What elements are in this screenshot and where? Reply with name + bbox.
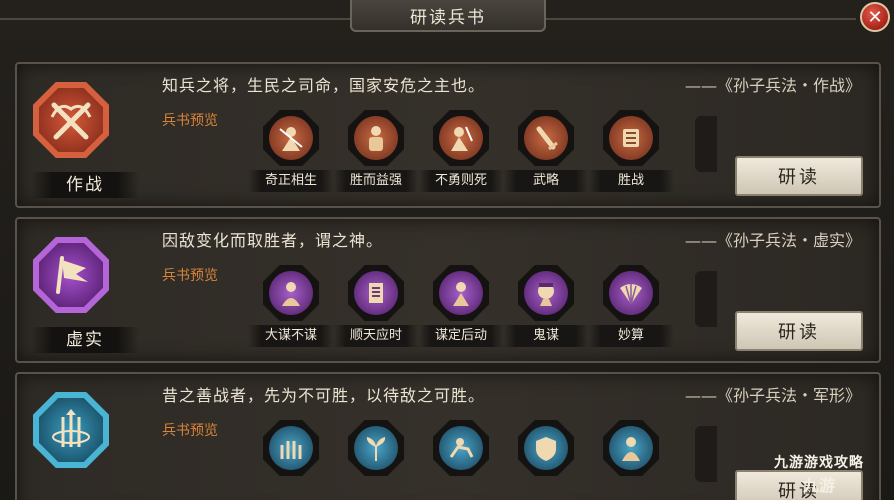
skill-name: 谋定后动: [418, 325, 504, 347]
title-divider-right: [546, 18, 856, 20]
cavalry-icon: [449, 438, 474, 458]
skill-item[interactable]: 武略: [503, 110, 589, 192]
skill-name: 胜战: [588, 170, 674, 192]
skill-name: 鬼谋: [503, 325, 589, 347]
more-skills-indicator: [695, 271, 717, 327]
shield-icon: [536, 437, 556, 461]
skill-item[interactable]: 鬼谋: [503, 265, 589, 347]
monk-icon: [622, 437, 640, 461]
warrior-icon: [279, 127, 303, 151]
scroll-icon: [369, 283, 383, 303]
book-quote: 知兵之将，生民之司命，国家安危之主也。: [162, 76, 486, 95]
skill-item[interactable]: [248, 420, 334, 476]
skill-item[interactable]: 胜战: [588, 110, 674, 192]
skill-name: 大谋不谋: [248, 325, 334, 347]
title-divider-left: [0, 18, 350, 20]
more-skills-indicator: [695, 116, 717, 172]
warrior-icon: [451, 126, 473, 151]
preview-label: 兵书预览: [162, 423, 218, 439]
skill-item[interactable]: 顺天应时: [333, 265, 419, 347]
dialog-title: 研读兵书: [350, 0, 546, 32]
skill-name: 不勇则死: [418, 170, 504, 192]
strategist-icon: [282, 282, 300, 306]
book-badge[interactable]: [33, 82, 109, 158]
army-icon: [280, 441, 302, 459]
skill-item[interactable]: 大谋不谋: [248, 265, 334, 347]
skill-item[interactable]: 胜而益强: [333, 110, 419, 192]
book-source: ——《孙子兵法・虚实》: [684, 231, 861, 250]
site-watermark: 九游游戏攻略 九游: [748, 452, 890, 496]
book-quote: 昔之善战者，先为不可胜，以待敌之可胜。: [162, 386, 486, 405]
skill-item[interactable]: 谋定后动: [418, 265, 504, 347]
skill-name: 奇正相生: [248, 170, 334, 192]
preview-label: 兵书预览: [162, 113, 218, 129]
general-icon: [369, 126, 383, 151]
banner-icon: [623, 129, 639, 147]
study-button[interactable]: 研读: [735, 156, 863, 196]
skill-item[interactable]: 奇正相生: [248, 110, 334, 192]
skill-name: 武略: [503, 170, 589, 192]
skill-name: 妙算: [588, 325, 674, 347]
skill-name: 胜而益强: [333, 170, 419, 192]
watermark-line2: 九游: [802, 476, 835, 495]
study-button[interactable]: 研读: [735, 311, 863, 351]
mask-icon: [538, 283, 554, 306]
skill-item[interactable]: [588, 420, 674, 476]
arrows-shield-icon: [52, 409, 90, 447]
book-source: ——《孙子兵法・作战》: [684, 76, 861, 95]
strategist-icon: [453, 282, 469, 306]
book-badge[interactable]: [33, 237, 109, 313]
skill-item[interactable]: 不勇则死: [418, 110, 504, 192]
fan-icon: [620, 284, 642, 305]
skill-item[interactable]: 妙算: [588, 265, 674, 347]
sword-icon: [536, 126, 558, 151]
book-badge-label: 虚实: [31, 327, 139, 353]
book-badge-label: 作战: [31, 172, 139, 198]
book-badge[interactable]: [33, 392, 109, 468]
skill-name: 顺天应时: [333, 325, 419, 347]
plant-icon: [366, 437, 386, 461]
close-button[interactable]: ✕: [860, 2, 890, 32]
book-quote: 因敌变化而取胜者，谓之神。: [162, 231, 384, 250]
book-panel-zuozhan: 作战 知兵之将，生民之司命，国家安危之主也。 ——《孙子兵法・作战》 兵书预览 …: [15, 62, 881, 208]
crossed-swords-icon: [50, 102, 92, 140]
preview-label: 兵书预览: [162, 268, 218, 284]
skill-item[interactable]: [333, 420, 419, 476]
book-panel-xushi: 虚实 因敌变化而取胜者，谓之神。 ——《孙子兵法・虚实》 兵书预览 大谋不谋 顺…: [15, 217, 881, 363]
skill-item[interactable]: [418, 420, 504, 476]
skill-item[interactable]: [503, 420, 589, 476]
book-source: ——《孙子兵法・军形》: [684, 386, 861, 405]
more-skills-indicator: [695, 426, 717, 482]
watermark-line1: 九游游戏攻略: [774, 455, 864, 471]
flag-icon: [56, 256, 88, 294]
